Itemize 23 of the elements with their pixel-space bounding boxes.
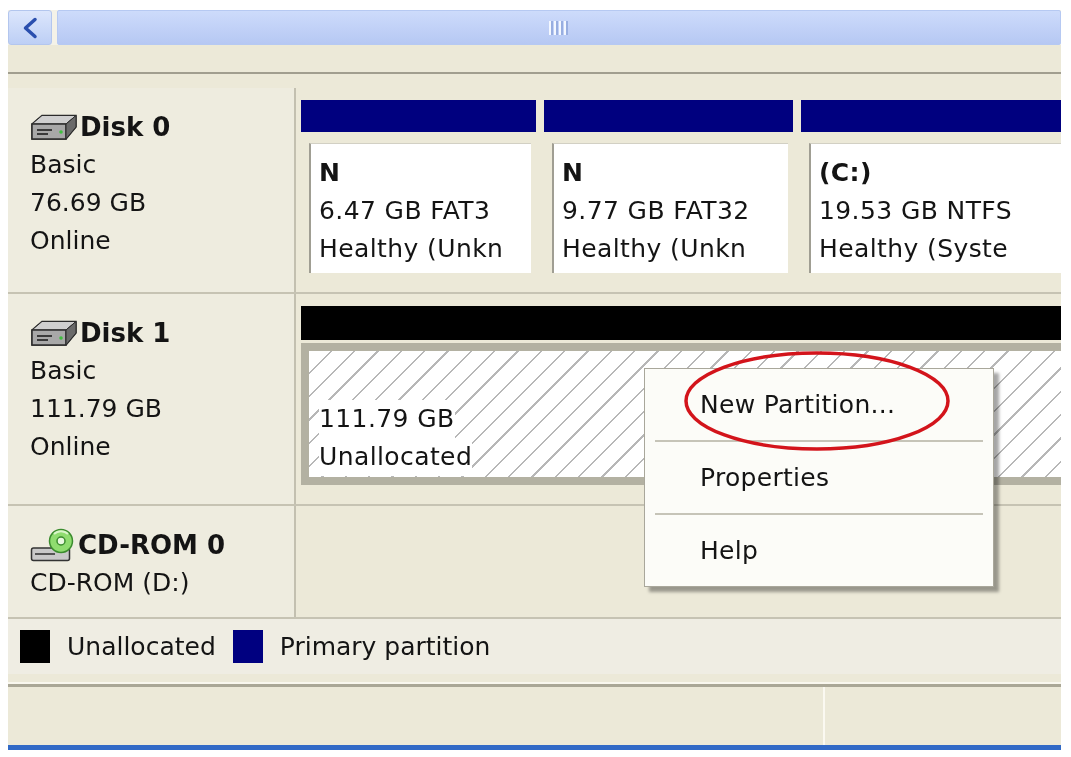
disk-status: Online xyxy=(30,225,112,257)
legend-label: Unallocated xyxy=(67,632,216,661)
legend-label: Primary partition xyxy=(279,632,491,661)
partition-label: (C:) xyxy=(819,157,873,189)
partition-size: 9.77 GB FAT32 xyxy=(562,195,751,227)
partition-size: 111.79 GB xyxy=(319,400,455,438)
partition-status: Healthy (Unkn xyxy=(319,233,505,265)
disk-type: CD-ROM (D:) xyxy=(30,567,191,599)
partition-size: 19.53 GB NTFS xyxy=(819,195,1013,227)
disk-status: Online xyxy=(30,431,112,463)
partition-status: Unallocated xyxy=(319,438,473,476)
disk-type: Basic xyxy=(30,355,98,387)
disk-size: 76.69 GB xyxy=(30,187,148,219)
disk-name: Disk 1 xyxy=(80,317,171,350)
partition-status: Healthy (Unkn xyxy=(562,233,748,265)
partition-label: N xyxy=(319,157,342,189)
disk-name: CD-ROM 0 xyxy=(78,529,226,562)
disk-name: Disk 0 xyxy=(80,111,171,144)
partition-size: 6.47 GB FAT3 xyxy=(319,195,492,227)
disk-type: Basic xyxy=(30,149,98,181)
partition-status: Healthy (Syste xyxy=(819,233,1010,265)
partition-label: N xyxy=(562,157,585,189)
disk-size: 111.79 GB xyxy=(30,393,163,425)
